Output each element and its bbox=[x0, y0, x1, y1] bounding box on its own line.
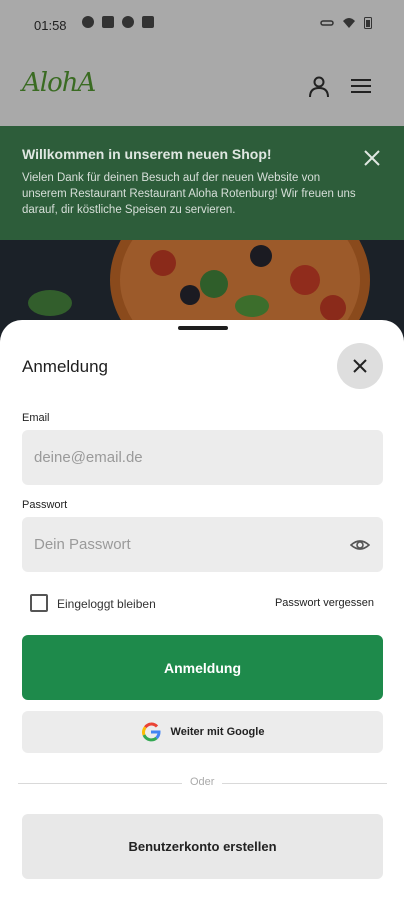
app-icon bbox=[102, 16, 114, 28]
drag-handle[interactable] bbox=[178, 326, 228, 330]
login-title: Anmeldung bbox=[22, 357, 109, 376]
notification-icon bbox=[82, 16, 94, 28]
status-notification-icons bbox=[82, 16, 154, 28]
email-field[interactable] bbox=[22, 430, 383, 485]
link-icon bbox=[320, 19, 334, 26]
settings-icon bbox=[122, 16, 134, 28]
close-icon bbox=[353, 359, 367, 373]
remember-me-checkbox[interactable] bbox=[30, 594, 48, 612]
remember-me-label: Eingeloggt bleiben bbox=[57, 597, 156, 611]
create-account-button[interactable]: Benutzerkonto erstellen bbox=[22, 814, 383, 879]
google-login-button[interactable]: Weiter mit Google bbox=[22, 711, 383, 753]
eye-icon[interactable] bbox=[350, 535, 370, 555]
close-sheet-button[interactable] bbox=[337, 343, 383, 389]
login-sheet: Anmeldung Email Passwort Eingeloggt blei… bbox=[0, 320, 404, 900]
welcome-banner: Willkommen in unserem neuen Shop! Vielen… bbox=[0, 126, 404, 240]
password-field[interactable] bbox=[22, 517, 383, 572]
google-icon bbox=[141, 722, 161, 742]
menu-icon[interactable] bbox=[349, 74, 373, 98]
app-header: AlohA bbox=[0, 52, 404, 126]
google-login-label: Weiter mit Google bbox=[170, 726, 265, 738]
account-icon[interactable] bbox=[307, 74, 331, 98]
forgot-password-link[interactable]: Passwort vergessen bbox=[275, 597, 374, 609]
status-bar: 01:58 bbox=[0, 0, 404, 52]
login-button[interactable]: Anmeldung bbox=[22, 635, 383, 700]
banner-title: Willkommen in unserem neuen Shop! bbox=[22, 146, 272, 162]
password-label: Passwort bbox=[22, 499, 68, 511]
status-time: 01:58 bbox=[34, 18, 67, 33]
android-icon bbox=[142, 16, 154, 28]
divider-label: Oder bbox=[182, 776, 223, 788]
banner-text: Vielen Dank für deinen Besuch auf der ne… bbox=[22, 172, 356, 216]
logo-text: AlohA bbox=[22, 68, 96, 98]
restaurant-logo[interactable]: AlohA bbox=[22, 68, 96, 98]
wifi-icon bbox=[343, 17, 355, 28]
email-label: Email bbox=[22, 412, 50, 424]
close-icon[interactable] bbox=[362, 148, 382, 168]
status-system-icons bbox=[320, 16, 372, 29]
battery-icon bbox=[364, 17, 372, 29]
